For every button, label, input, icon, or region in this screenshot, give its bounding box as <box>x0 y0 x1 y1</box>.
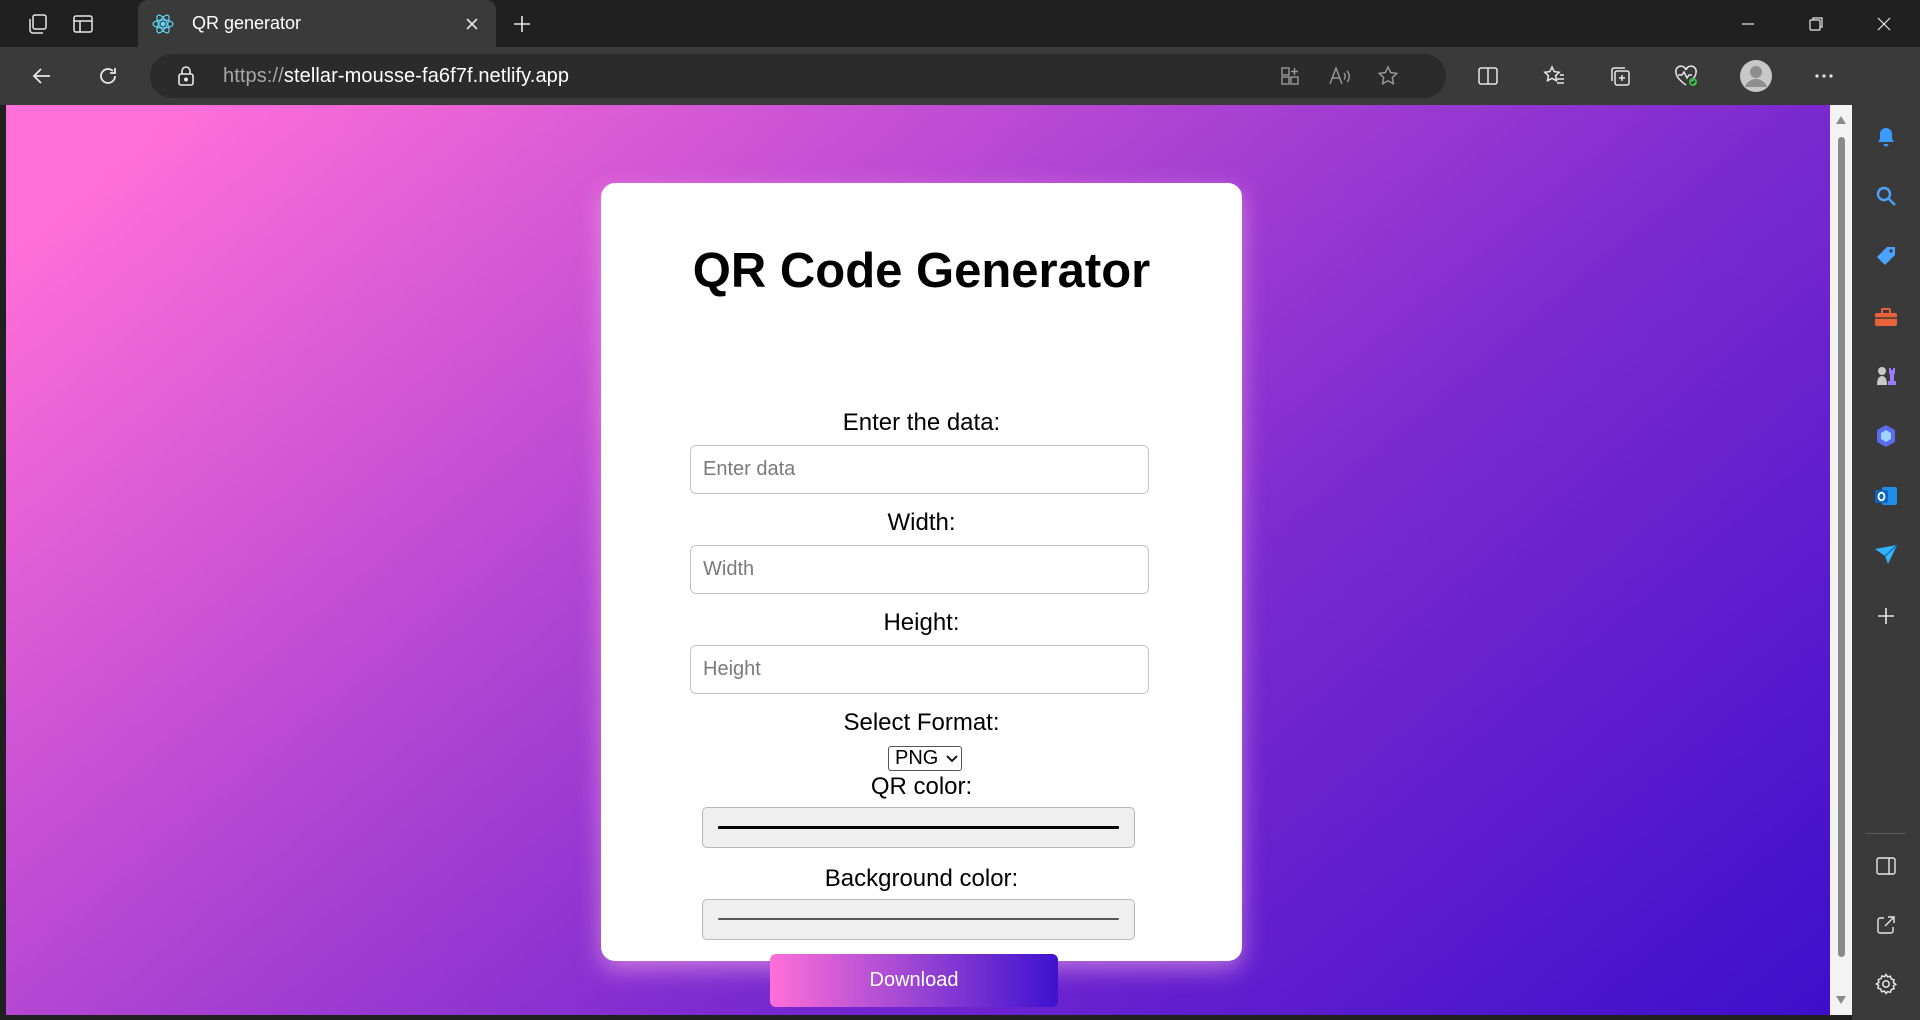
react-atom-icon <box>151 12 175 36</box>
format-selected-value: PNG <box>895 747 939 769</box>
background-color-picker[interactable] <box>702 899 1135 940</box>
new-tab-icon[interactable] <box>506 8 538 40</box>
scroll-up-arrow-icon[interactable] <box>1835 115 1847 125</box>
split-screen-icon[interactable] <box>1468 56 1508 96</box>
address-toolbar: https://stellar-mousse-fa6f7f.netlify.ap… <box>0 47 1920 105</box>
split-panel-icon[interactable] <box>1870 850 1902 882</box>
favorites-icon[interactable] <box>1534 56 1574 96</box>
browser-essentials-icon[interactable] <box>1666 56 1706 96</box>
read-aloud-icon[interactable] <box>1323 60 1355 92</box>
sidebar-divider <box>1866 833 1906 834</box>
edge-sidebar <box>1852 47 1920 1020</box>
external-link-icon[interactable] <box>1870 909 1902 941</box>
refresh-icon[interactable] <box>88 56 128 96</box>
workspaces-icon[interactable] <box>22 8 54 40</box>
page-viewport: QR Code Generator Enter the data: Width:… <box>6 105 1830 1015</box>
bell-icon[interactable] <box>1870 121 1902 153</box>
send-icon[interactable] <box>1870 539 1902 571</box>
download-button[interactable]: Download <box>770 954 1058 1007</box>
chevron-down-icon <box>943 750 961 768</box>
close-tab-icon[interactable] <box>456 8 488 40</box>
restore-icon[interactable] <box>1788 4 1844 44</box>
scroll-down-arrow-icon[interactable] <box>1835 995 1847 1005</box>
tab-title: QR generator <box>192 13 302 33</box>
url-protocol: https:// <box>223 65 284 87</box>
plus-icon[interactable] <box>1870 600 1902 632</box>
page-title: QR Code Generator <box>692 244 1151 298</box>
address-bar[interactable]: https://stellar-mousse-fa6f7f.netlify.ap… <box>150 54 1446 98</box>
toolbox-icon[interactable] <box>1870 301 1902 333</box>
background-color-swatch <box>718 918 1119 920</box>
collections-icon[interactable] <box>1600 56 1640 96</box>
qr-form-card: QR Code Generator Enter the data: Width:… <box>601 183 1242 1007</box>
height-input[interactable] <box>690 645 1149 694</box>
qr-color-label: QR color: <box>870 773 973 800</box>
url-text[interactable]: https://stellar-mousse-fa6f7f.netlify.ap… <box>223 65 569 88</box>
background-color-label: Background color: <box>824 865 1019 892</box>
width-input[interactable] <box>690 545 1149 594</box>
data-input[interactable] <box>690 445 1149 494</box>
vertical-tabs-icon[interactable] <box>67 8 99 40</box>
width-label: Width: <box>887 509 956 536</box>
search-icon[interactable] <box>1870 180 1902 212</box>
favorite-star-icon[interactable] <box>1372 60 1404 92</box>
scroll-thumb[interactable] <box>1838 137 1845 957</box>
profile-avatar[interactable] <box>1736 56 1776 96</box>
data-label: Enter the data: <box>842 409 1001 436</box>
page-scrollbar[interactable] <box>1830 105 1852 1015</box>
qr-color-picker[interactable] <box>702 807 1135 848</box>
chess-icon[interactable] <box>1870 360 1902 392</box>
back-icon[interactable] <box>22 56 62 96</box>
app-available-icon[interactable] <box>1274 60 1306 92</box>
settings-icon[interactable] <box>1870 968 1902 1000</box>
tab-bar: QR generator <box>0 0 1920 47</box>
lock-icon[interactable] <box>174 64 198 88</box>
more-options-icon[interactable] <box>1804 56 1844 96</box>
format-label: Select Format: <box>843 709 1000 736</box>
copilot-icon[interactable] <box>1870 420 1902 452</box>
close-window-icon[interactable] <box>1856 4 1912 44</box>
minimize-icon[interactable] <box>1720 4 1776 44</box>
outlook-icon[interactable] <box>1870 480 1902 512</box>
tag-icon[interactable] <box>1870 240 1902 272</box>
qr-color-swatch <box>718 826 1119 829</box>
browser-window: QR generator https://stellar-mousse-fa6f… <box>0 0 1920 1020</box>
height-label: Height: <box>883 609 960 636</box>
url-host: stellar-mousse-fa6f7f.netlify.app <box>283 65 570 87</box>
format-select[interactable]: PNG <box>888 746 962 771</box>
tab-qr-generator[interactable]: QR generator <box>138 0 496 47</box>
